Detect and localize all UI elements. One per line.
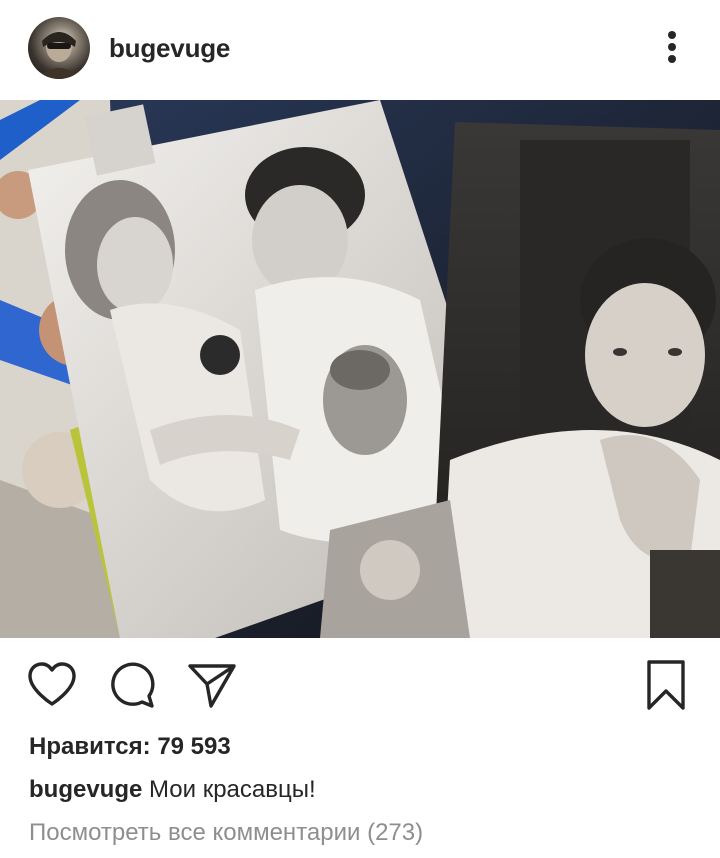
like-button[interactable]: [26, 660, 78, 710]
caption-username[interactable]: bugevuge: [29, 776, 142, 803]
save-button[interactable]: [640, 658, 692, 712]
post-header: bugevuge: [0, 0, 720, 100]
share-button[interactable]: [186, 660, 238, 710]
comment-icon: [111, 662, 155, 708]
likes-label: Нравится:: [29, 733, 151, 760]
likes-count[interactable]: Нравится: 79 593: [29, 733, 231, 761]
bookmark-icon: [647, 660, 685, 710]
send-icon: [188, 664, 236, 708]
likes-value: 79 593: [157, 733, 231, 760]
post-username[interactable]: bugevuge: [109, 33, 230, 64]
post-actions: [0, 652, 720, 722]
avatar[interactable]: [28, 17, 90, 79]
more-options-icon[interactable]: [652, 22, 692, 72]
heart-icon: [28, 662, 76, 706]
caption-text: Мои красавцы!: [149, 776, 316, 803]
comment-button[interactable]: [106, 660, 158, 710]
post-caption: bugevuge Мои красавцы!: [29, 776, 316, 804]
post-photo[interactable]: [0, 100, 720, 638]
view-comments-link[interactable]: Посмотреть все комментарии (273): [29, 819, 423, 847]
